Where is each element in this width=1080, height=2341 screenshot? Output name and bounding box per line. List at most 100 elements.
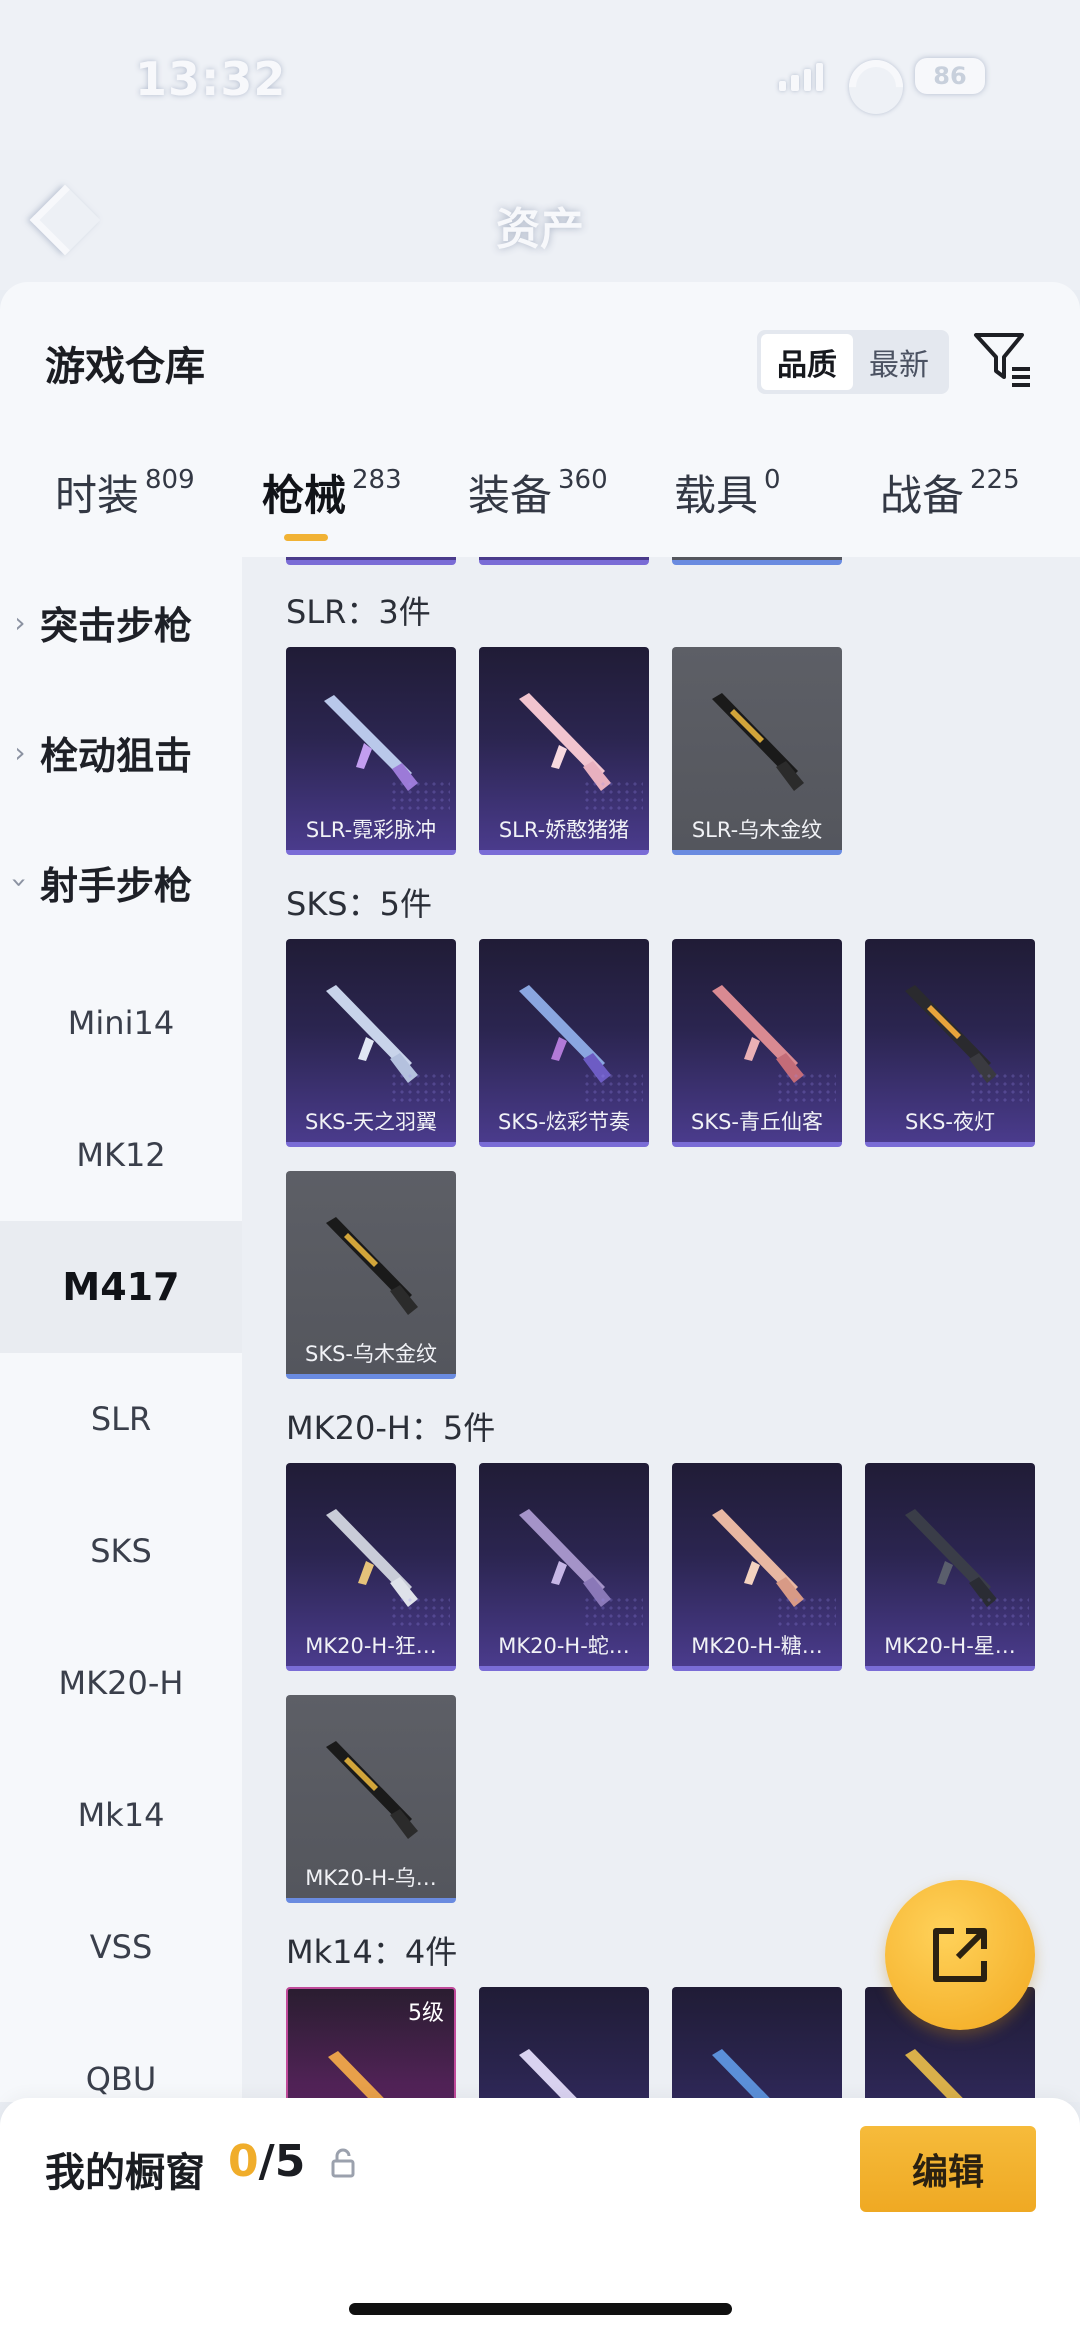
card-pattern (583, 780, 643, 810)
weapon-card[interactable]: MK20-H-乌… (286, 1695, 456, 1903)
sidebar-group-assault-rifles[interactable]: › 突击步枪 (0, 577, 242, 667)
sidebar-item-mk12[interactable]: MK12 (0, 1089, 242, 1221)
card-pattern (776, 1596, 836, 1626)
sidebar-item-qbu[interactable]: QBU (0, 2013, 242, 2102)
weapon-card[interactable]: SKS-乌木金纹 (286, 1171, 456, 1379)
tab-label: 装备 (468, 471, 553, 520)
rifle-icon (326, 1741, 418, 1839)
weapon-card[interactable]: SKS-夜灯 (865, 939, 1035, 1147)
card-pattern (390, 1596, 450, 1626)
section-title-mk20h: MK20-H：5件 (286, 1409, 496, 1447)
edit-button[interactable]: 编辑 (860, 2126, 1036, 2212)
category-tabs: 时装 809 枪械 283 装备 360 载具 0 战备 225 (0, 462, 1080, 562)
showcase-label: 我的橱窗 (45, 2150, 205, 2196)
warehouse-sheet: 游戏仓库 品质 最新 时装 809 枪械 283 装备 360 载具 0 战备 225 › (0, 282, 1080, 2102)
weapon-card[interactable]: SKS-天之羽翼 (286, 939, 456, 1147)
weapon-card[interactable] (479, 1987, 649, 2102)
card-pattern (776, 1072, 836, 1102)
sidebar-item-vss[interactable]: VSS (0, 1881, 242, 2013)
tab-firearms[interactable]: 枪械 283 (262, 462, 402, 552)
weapon-card[interactable]: SLR-娇憨猪猪 (479, 647, 649, 855)
sidebar-item-mk14[interactable]: Mk14 (0, 1749, 242, 1881)
weapon-name: MK20-H-星… (884, 1634, 1016, 1658)
battery-icon: 86 (915, 58, 985, 94)
weapon-card[interactable] (286, 557, 456, 565)
weapon-name: SKS-乌木金纹 (304, 1342, 437, 1366)
weapon-card[interactable]: MK20-H-星… (865, 1463, 1035, 1671)
tab-vehicles[interactable]: 载具 0 (674, 462, 781, 552)
sidebar-group-label: 突击步枪 (40, 603, 193, 648)
sort-quality-button[interactable]: 品质 (761, 334, 853, 390)
card-pattern (390, 780, 450, 810)
weapon-card[interactable] (672, 1987, 842, 2102)
sidebar-group-label: 射手步枪 (40, 863, 193, 908)
weapon-name: MK20-H-蛇… (498, 1634, 630, 1658)
filter-icon[interactable] (972, 327, 1034, 389)
home-indicator (349, 2303, 732, 2315)
rifle-icon (326, 1217, 418, 1315)
sidebar-item-m417[interactable]: M417 (0, 1221, 242, 1353)
weapon-grid: SLR：3件 SLR-霓彩脉冲 SLR-娇憨猪猪 SLR-乌木金纹 SKS：5件… (242, 557, 1080, 2102)
section-title-mk14: Mk14：4件 (286, 1933, 458, 1971)
sidebar-group-marksman-rifles[interactable]: › 射手步枪 (0, 837, 242, 927)
section-title-sks: SKS：5件 (286, 885, 432, 923)
weapon-card[interactable]: MK20-H-狂… (286, 1463, 456, 1671)
weapon-card[interactable]: SKS-炫彩节奏 (479, 939, 649, 1147)
weapon-card[interactable] (479, 557, 649, 565)
sidebar-item-mk20h[interactable]: MK20-H (0, 1617, 242, 1749)
chevron-down-icon: › (3, 876, 37, 888)
status-icons: 86 (779, 58, 985, 94)
share-floating-button[interactable] (885, 1880, 1035, 2030)
showcase-total: /5 (258, 2136, 306, 2187)
weapon-name: MK20-H-乌… (305, 1866, 437, 1890)
weapon-name: SKS-夜灯 (904, 1110, 995, 1134)
sidebar-item-slr[interactable]: SLR (0, 1353, 242, 1485)
status-time: 13:32 (135, 52, 287, 106)
weapon-name: SKS-炫彩节奏 (497, 1110, 630, 1134)
sidebar-group-bolt-snipers[interactable]: › 栓动狙击 (0, 707, 242, 797)
tab-label: 枪械 (262, 471, 347, 520)
showcase-count: 0/5 (228, 2136, 305, 2187)
weapon-type-sidebar: › 突击步枪 › 栓动狙击 › 射手步枪 Mini14 MK12 M417 SL… (0, 557, 242, 2102)
weapon-card[interactable]: SKS-青丘仙客 (672, 939, 842, 1147)
card-pattern (969, 1072, 1029, 1102)
tab-count: 809 (145, 465, 195, 495)
tab-label: 载具 (674, 471, 759, 520)
share-external-icon (933, 1928, 987, 1982)
tab-equipment[interactable]: 装备 360 (468, 462, 608, 552)
rifle-icon (712, 2049, 774, 2102)
weapon-card[interactable]: 5级 (286, 1987, 456, 2102)
card-pattern (583, 1072, 643, 1102)
chevron-right-icon: › (14, 735, 26, 769)
weapon-card[interactable] (672, 557, 842, 565)
card-pattern (583, 1596, 643, 1626)
weapon-card[interactable]: MK20-H-糖… (672, 1463, 842, 1671)
weapon-name: SKS-青丘仙客 (690, 1110, 823, 1134)
tab-label: 战备 (880, 471, 965, 520)
rifle-icon (712, 693, 804, 791)
card-pattern (969, 1596, 1029, 1626)
weapon-card[interactable]: SLR-霓彩脉冲 (286, 647, 456, 855)
wifi-icon (847, 60, 891, 92)
tab-fashion[interactable]: 时装 809 (55, 462, 195, 552)
page-title: 资产 (496, 204, 584, 255)
tab-active-indicator (284, 534, 328, 541)
weapon-card[interactable]: SLR-乌木金纹 (672, 647, 842, 855)
sort-newest-button[interactable]: 最新 (853, 334, 945, 390)
weapon-name: MK20-H-糖… (691, 1634, 823, 1658)
weapon-card[interactable]: MK20-H-蛇… (479, 1463, 649, 1671)
tab-count: 360 (558, 465, 608, 495)
section-title-slr: SLR：3件 (286, 593, 431, 631)
showcase-current: 0 (228, 2136, 259, 2187)
sidebar-group-label: 栓动狙击 (40, 733, 193, 778)
sidebar-item-sks[interactable]: SKS (0, 1485, 242, 1617)
tab-supplies[interactable]: 战备 225 (880, 462, 1020, 552)
signal-icon (779, 61, 823, 91)
sort-toggle: 品质 最新 (757, 330, 949, 394)
weapon-name: SLR-霓彩脉冲 (305, 818, 437, 842)
tab-count: 283 (352, 465, 402, 495)
weapon-name: SLR-娇憨猪猪 (498, 818, 630, 842)
lock-icon (331, 2148, 355, 2178)
sidebar-item-mini14[interactable]: Mini14 (0, 957, 242, 1089)
tab-count: 225 (970, 465, 1020, 495)
